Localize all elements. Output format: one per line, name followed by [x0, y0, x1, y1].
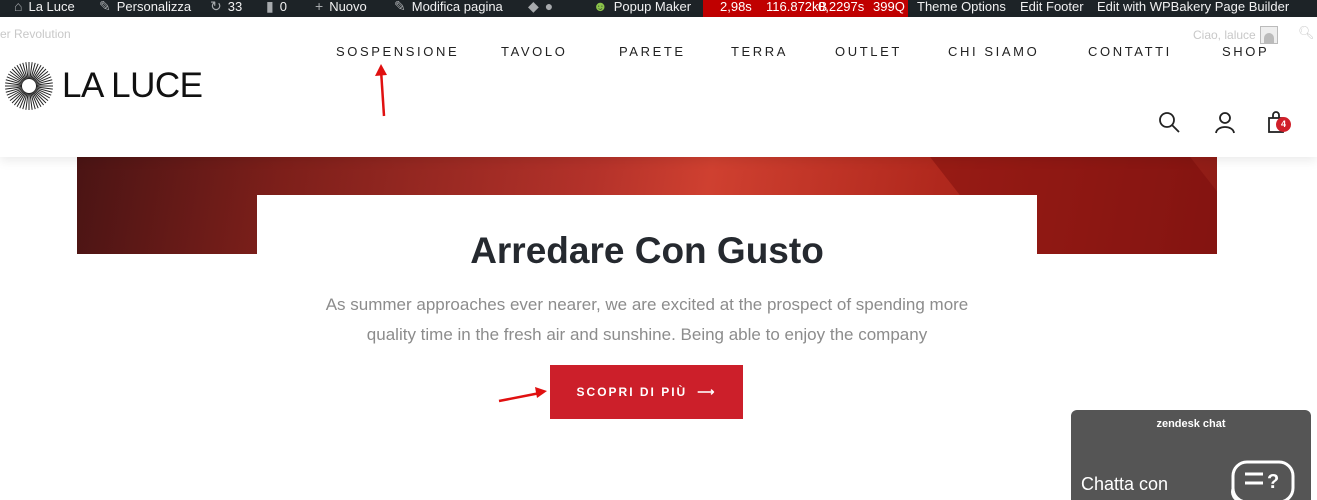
admin-site-name: La Luce	[28, 0, 75, 14]
home-icon: ⌂	[14, 0, 23, 14]
popup-maker-icon: ☻	[593, 0, 608, 14]
nav-item-shop[interactable]: SHOP	[1222, 44, 1269, 59]
admin-popup-maker-label: Popup Maker	[613, 0, 692, 14]
search-icon[interactable]	[1157, 110, 1181, 134]
nav-item-contatti[interactable]: CONTATTI	[1088, 44, 1172, 59]
admin-wpbakery-label: Edit with WPBakery Page Builder	[1097, 0, 1290, 14]
scopri-di-piu-button[interactable]: SCOPRI DI PIÙ ⟶	[550, 365, 743, 419]
sunburst-logo-icon	[5, 62, 53, 110]
nav-item-terra[interactable]: TERRA	[731, 44, 788, 59]
user-account-icon[interactable]	[1213, 110, 1237, 134]
seo-icon: ◆	[528, 0, 539, 14]
hero-subtitle-line-2: quality time in the fresh air and sunshi…	[366, 325, 928, 344]
admin-edit-footer-label: Edit Footer	[1020, 0, 1084, 14]
nav-item-chi-siamo[interactable]: CHI SIAMO	[948, 44, 1039, 59]
perf-queries: 399Q	[873, 0, 905, 14]
hero-subtitle: As summer approaches ever nearer, we are…	[277, 290, 1017, 350]
admin-theme-options-label: Theme Options	[917, 0, 1006, 14]
admin-popup-maker-link[interactable]: ☻ Popup Maker	[593, 0, 691, 17]
zendesk-chat-widget[interactable]: zendesk chat ? Chatta con	[1071, 410, 1311, 500]
admin-bar: ⌂ La Luce ✎ Personalizza ↻ 33 ▮ 0 + Nuov…	[0, 0, 1317, 17]
nav-item-outlet[interactable]: OUTLET	[835, 44, 902, 59]
admin-new-label: Nuovo	[329, 0, 367, 14]
admin-new-link[interactable]: + Nuovo	[315, 0, 367, 17]
svg-text:?: ?	[1267, 471, 1279, 493]
zendesk-chat-title: zendesk chat	[1156, 418, 1226, 430]
site-header: er Revolution Ciao, laluce 🔍︎ LA LUCE SO…	[0, 17, 1317, 157]
nav-item-sospensione[interactable]: SOSPENSIONE	[336, 44, 459, 59]
admin-comments-link[interactable]: ▮ 0	[266, 0, 287, 17]
admin-customize-link[interactable]: ✎ Personalizza	[99, 0, 191, 17]
admin-edit-page-label: Modifica pagina	[411, 0, 503, 14]
comment-icon: ▮	[266, 0, 274, 14]
updates-icon: ↻	[210, 0, 222, 14]
revolution-slider-label: er Revolution	[0, 27, 71, 41]
nav-item-parete[interactable]: PARETE	[619, 44, 686, 59]
admin-edit-footer-link[interactable]: Edit Footer	[1020, 0, 1084, 17]
admin-seo-link[interactable]: ◆ ●	[528, 0, 553, 17]
admin-comments-count: 0	[279, 0, 287, 14]
admin-theme-options-link[interactable]: Theme Options	[917, 0, 1006, 17]
greeting-text: Ciao, laluce	[1193, 28, 1256, 42]
admin-wpbakery-link[interactable]: Edit with WPBakery Page Builder	[1097, 0, 1289, 17]
arrow-right-icon: ⟶	[697, 385, 717, 399]
cart-count-badge: 4	[1276, 117, 1291, 132]
admin-search-icon[interactable]: 🔍︎	[1298, 25, 1315, 41]
pencil-icon: ✎	[394, 0, 406, 14]
zendesk-chat-text: Chatta con	[1081, 474, 1169, 494]
cta-label: SCOPRI DI PIÙ	[576, 385, 688, 399]
admin-updates-link[interactable]: ↻ 33	[210, 0, 242, 17]
nav-item-tavolo[interactable]: TAVOLO	[501, 44, 567, 59]
hero-title: Arredare Con Gusto	[470, 230, 824, 271]
perf-time: 2,98s	[720, 0, 752, 14]
chat-bubble-icon: ?	[1231, 460, 1295, 500]
brush-icon: ✎	[99, 0, 111, 14]
logo-text: LA LUCE	[62, 66, 203, 105]
avatar	[1259, 26, 1278, 44]
status-dot-icon: ●	[544, 0, 554, 14]
site-logo[interactable]: LA LUCE	[4, 61, 203, 111]
hero-subtitle-line-1: As summer approaches ever nearer, we are…	[325, 295, 969, 314]
admin-edit-page-link[interactable]: ✎ Modifica pagina	[394, 0, 503, 17]
plus-icon: +	[315, 0, 324, 14]
perf-query-time: 0,2297s	[818, 0, 865, 14]
user-greeting[interactable]: Ciao, laluce	[1193, 26, 1278, 44]
perf-stats[interactable]: 2,98s 116.872kB 0,2297s 399Q	[703, 0, 908, 17]
admin-updates-count: 33	[227, 0, 243, 14]
admin-customize-label: Personalizza	[116, 0, 192, 14]
admin-site-link[interactable]: ⌂ La Luce	[14, 0, 75, 17]
